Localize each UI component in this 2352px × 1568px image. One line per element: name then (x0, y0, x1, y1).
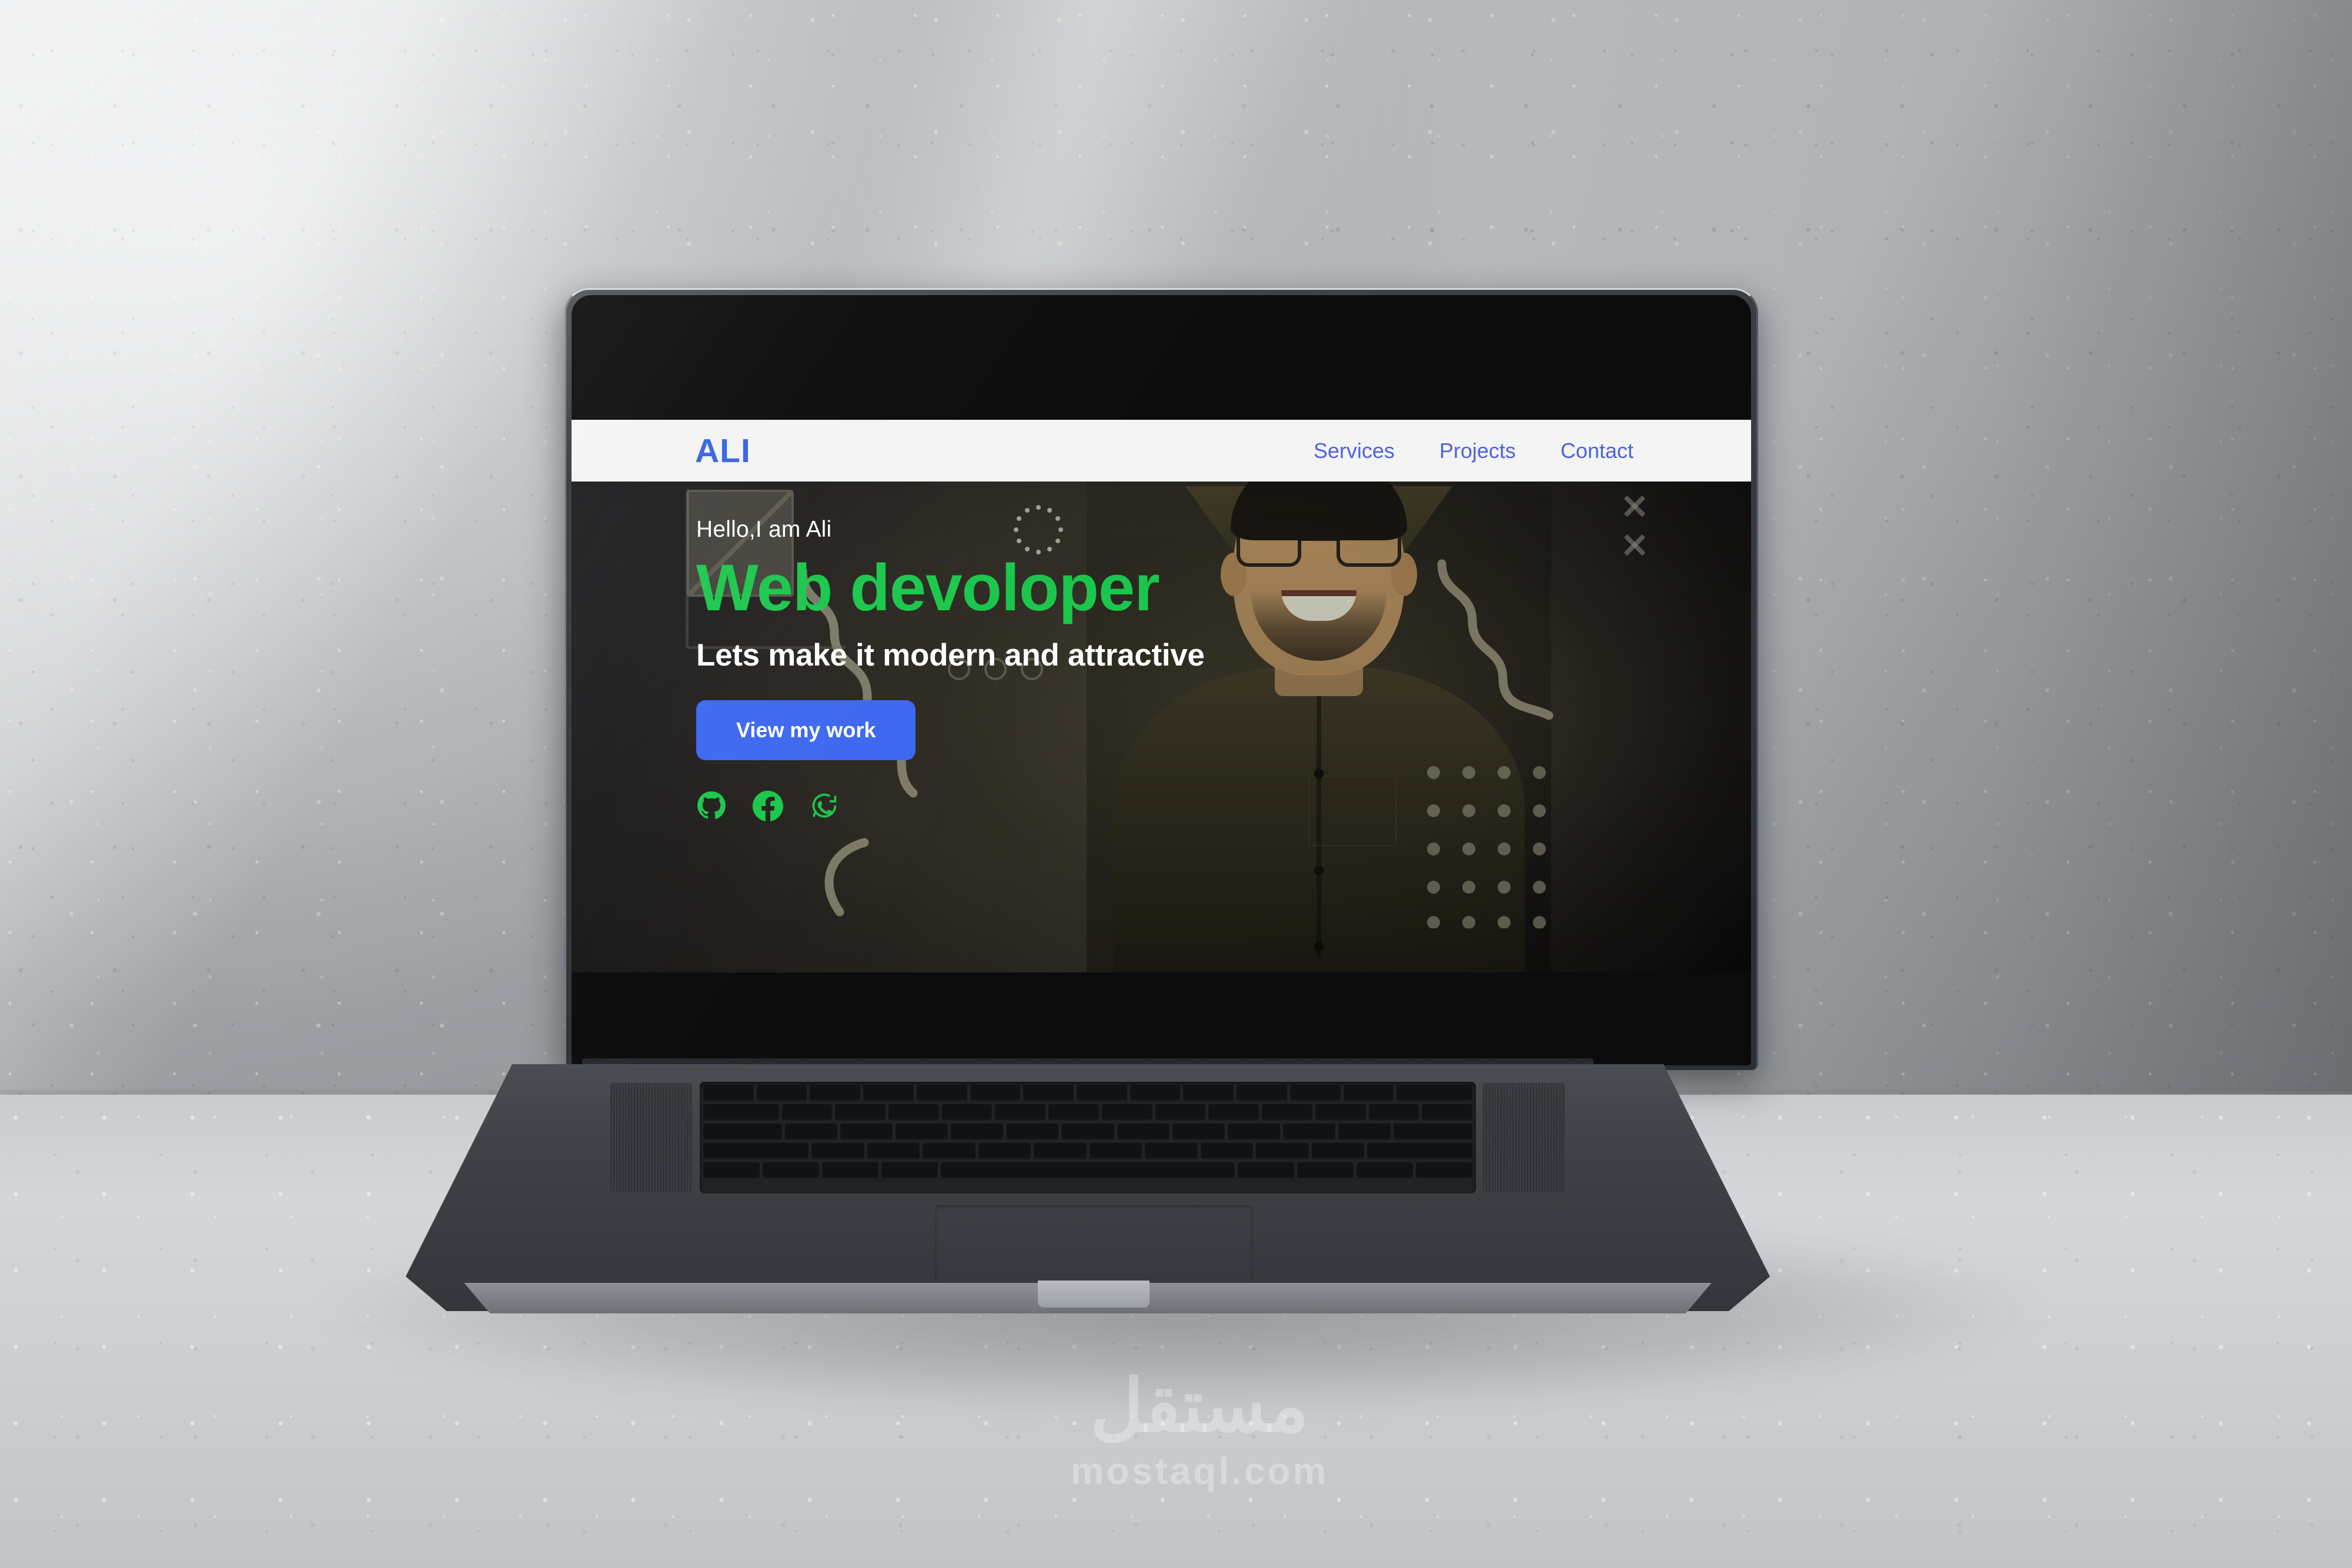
keyboard-row (700, 1085, 1476, 1101)
key[interactable] (1237, 1085, 1287, 1101)
hero-section: Hello,I am Ali Web devoloper Lets make i… (572, 482, 1751, 972)
key[interactable] (1145, 1143, 1198, 1159)
key[interactable] (784, 1124, 837, 1140)
key[interactable] (1130, 1085, 1181, 1101)
key[interactable] (1338, 1124, 1391, 1140)
key[interactable] (1262, 1104, 1312, 1121)
key[interactable] (1208, 1104, 1259, 1121)
key[interactable] (811, 1143, 864, 1159)
hero-subtitle: Lets make it modern and attractive (696, 637, 1205, 673)
key[interactable] (781, 1104, 833, 1121)
key[interactable] (822, 1162, 879, 1179)
key[interactable] (1155, 1104, 1206, 1121)
key[interactable] (970, 1085, 1021, 1101)
github-icon[interactable] (696, 791, 727, 821)
key[interactable] (1227, 1124, 1280, 1140)
key[interactable] (941, 1104, 993, 1121)
key[interactable] (756, 1085, 807, 1101)
screen-bezel: ALI Services Projects Contact Hello,I am… (572, 295, 1751, 1065)
x-mark-icon (1623, 533, 1646, 557)
key[interactable] (703, 1162, 760, 1179)
key[interactable] (995, 1104, 1046, 1121)
key[interactable] (1356, 1162, 1413, 1179)
nav-link-services[interactable]: Services (1314, 439, 1395, 463)
key[interactable] (1117, 1124, 1170, 1140)
key[interactable] (1006, 1124, 1059, 1140)
key[interactable] (1289, 1085, 1341, 1101)
key[interactable] (923, 1143, 975, 1159)
key[interactable] (703, 1104, 779, 1121)
key[interactable] (863, 1085, 914, 1101)
hero-text-block: Hello,I am Ali Web devoloper Lets make i… (696, 517, 1314, 821)
arc-left-decoration (807, 834, 883, 925)
key[interactable] (1315, 1104, 1366, 1121)
key[interactable] (1089, 1143, 1142, 1159)
facebook-icon[interactable] (753, 790, 783, 821)
site-navbar: ALI Services Projects Contact (572, 420, 1751, 482)
key[interactable] (867, 1143, 920, 1159)
key[interactable] (1297, 1162, 1354, 1179)
key[interactable] (1422, 1104, 1472, 1121)
site-logo[interactable]: ALI (695, 432, 751, 470)
laptop-keyboard[interactable] (700, 1082, 1476, 1193)
key[interactable] (896, 1124, 948, 1140)
keyboard-row (700, 1162, 1476, 1179)
key[interactable] (1368, 1104, 1419, 1121)
key[interactable] (1200, 1143, 1253, 1159)
hero-title: Web devoloper (696, 551, 1160, 624)
laptop-front-notch (1038, 1281, 1150, 1308)
laptop-device: ALI Services Projects Contact Hello,I am… (406, 288, 1770, 1313)
speaker-grille-left (610, 1083, 693, 1192)
key[interactable] (703, 1124, 782, 1140)
key[interactable] (1237, 1162, 1294, 1179)
keyboard-row (700, 1104, 1476, 1121)
whatsapp-icon[interactable] (809, 791, 840, 821)
view-my-work-button[interactable]: View my work (696, 700, 916, 760)
nav-link-projects[interactable]: Projects (1439, 439, 1516, 463)
key[interactable] (1061, 1124, 1114, 1140)
key[interactable] (916, 1085, 967, 1101)
speaker-grille-right (1483, 1083, 1565, 1192)
key[interactable] (1101, 1104, 1152, 1121)
keyboard-row (700, 1124, 1476, 1140)
hero-greeting: Hello,I am Ali (696, 517, 832, 542)
key[interactable] (835, 1104, 886, 1121)
key[interactable] (1343, 1085, 1394, 1101)
key[interactable] (881, 1162, 938, 1179)
site-nav-links: Services Projects Contact (1314, 439, 1633, 463)
nav-link-contact[interactable]: Contact (1561, 439, 1633, 463)
key[interactable] (1256, 1143, 1309, 1159)
key[interactable] (1034, 1143, 1087, 1159)
key[interactable] (810, 1085, 861, 1101)
key[interactable] (763, 1162, 820, 1179)
key[interactable] (978, 1143, 1031, 1159)
key[interactable] (1183, 1085, 1234, 1101)
key[interactable] (840, 1124, 893, 1140)
key[interactable] (1023, 1085, 1074, 1101)
x-mark-icon (1623, 494, 1646, 518)
spacebar-key[interactable] (941, 1162, 1235, 1179)
laptop-screen: ALI Services Projects Contact Hello,I am… (572, 420, 1751, 972)
key[interactable] (888, 1104, 939, 1121)
key[interactable] (703, 1143, 808, 1159)
keyboard-row (700, 1143, 1476, 1159)
key[interactable] (1077, 1085, 1127, 1101)
key[interactable] (703, 1085, 754, 1101)
key[interactable] (1396, 1085, 1472, 1101)
photo-scene: ALI Services Projects Contact Hello,I am… (0, 0, 2352, 1568)
key[interactable] (951, 1124, 1004, 1140)
key[interactable] (1172, 1124, 1225, 1140)
key[interactable] (1048, 1104, 1099, 1121)
key[interactable] (1367, 1143, 1472, 1159)
key[interactable] (1282, 1124, 1336, 1140)
hero-social-links (696, 790, 1314, 821)
key[interactable] (1415, 1162, 1473, 1179)
key[interactable] (1394, 1124, 1472, 1140)
key[interactable] (1311, 1143, 1364, 1159)
